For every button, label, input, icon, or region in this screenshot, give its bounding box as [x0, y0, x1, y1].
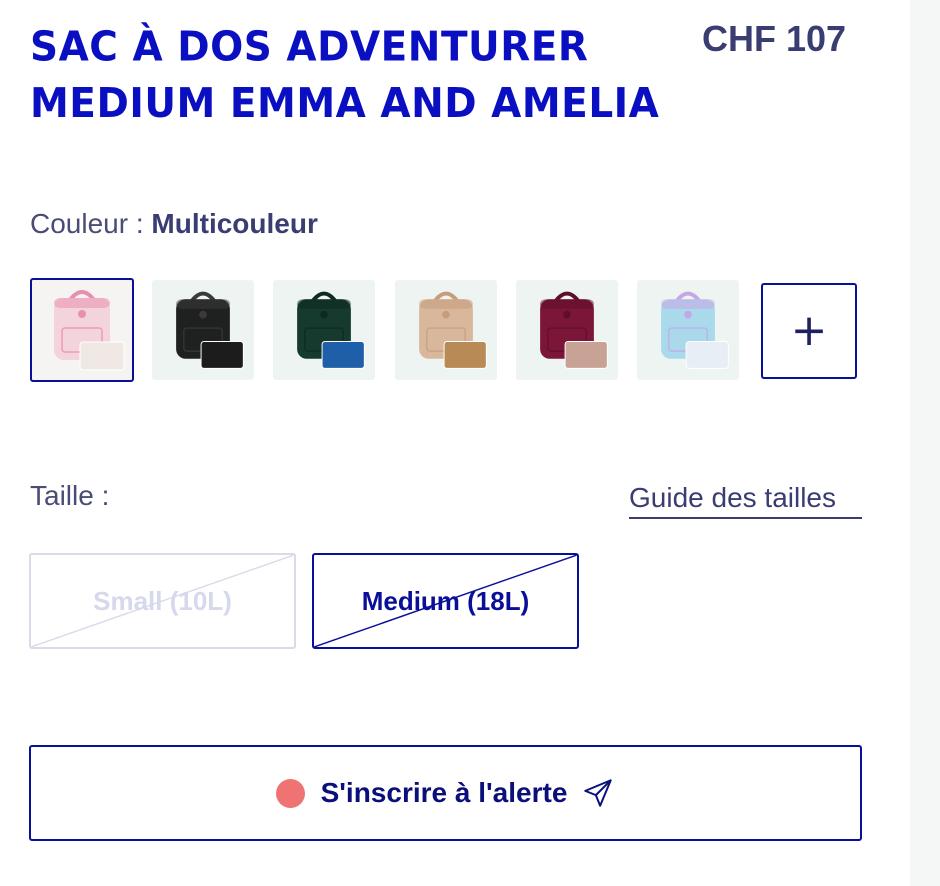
out-of-stock-dot — [275, 778, 305, 808]
color-label: Couleur : — [30, 208, 144, 239]
size-option-medium[interactable]: Medium (18L) — [312, 553, 579, 649]
color-swatch-burgundy[interactable] — [516, 280, 618, 380]
product-title-line-2: Medium Emma and Amelia — [30, 80, 660, 128]
color-swatch-pastel-gradient[interactable] — [637, 280, 739, 380]
page-side-rail — [910, 0, 940, 886]
backpack-thumbnail-image — [661, 291, 729, 369]
size-option-label: Small (10L) — [93, 585, 232, 616]
color-selection-line: Couleur : Multicouleur — [30, 208, 318, 240]
size-guide-link[interactable]: Guide des tailles — [629, 482, 862, 519]
stock-alert-label: S'inscrire à l'alerte — [320, 777, 568, 808]
size-option-small[interactable]: Small (10L) — [29, 553, 296, 649]
color-swatch-dark-green[interactable] — [273, 280, 375, 380]
backpack-thumbnail-image — [54, 290, 125, 371]
more-colors-button[interactable]: + — [761, 283, 857, 379]
size-label: Taille : — [30, 480, 110, 511]
product-price: CHF 107 — [702, 18, 847, 59]
backpack-thumbnail-image — [297, 291, 365, 369]
plus-icon: + — [790, 305, 828, 356]
selected-color-name: Multicouleur — [151, 208, 318, 239]
backpack-thumbnail-image — [419, 291, 487, 369]
color-swatch-multicolor-floral[interactable] — [30, 278, 134, 382]
backpack-thumbnail-image — [540, 291, 608, 369]
product-title: Sac à dos Adventurer Medium Emma and Ame… — [30, 19, 670, 132]
send-icon — [584, 779, 613, 807]
color-swatch-black[interactable] — [152, 280, 254, 380]
product-title-line-1: Sac à dos Adventurer — [30, 23, 589, 71]
color-swatch-list: + — [30, 278, 870, 384]
backpack-thumbnail-image — [176, 291, 244, 369]
stock-alert-button[interactable]: S'inscrire à l'alerte — [29, 745, 862, 841]
size-option-label: Medium (18L) — [361, 585, 530, 616]
color-swatch-beige[interactable] — [395, 280, 497, 380]
